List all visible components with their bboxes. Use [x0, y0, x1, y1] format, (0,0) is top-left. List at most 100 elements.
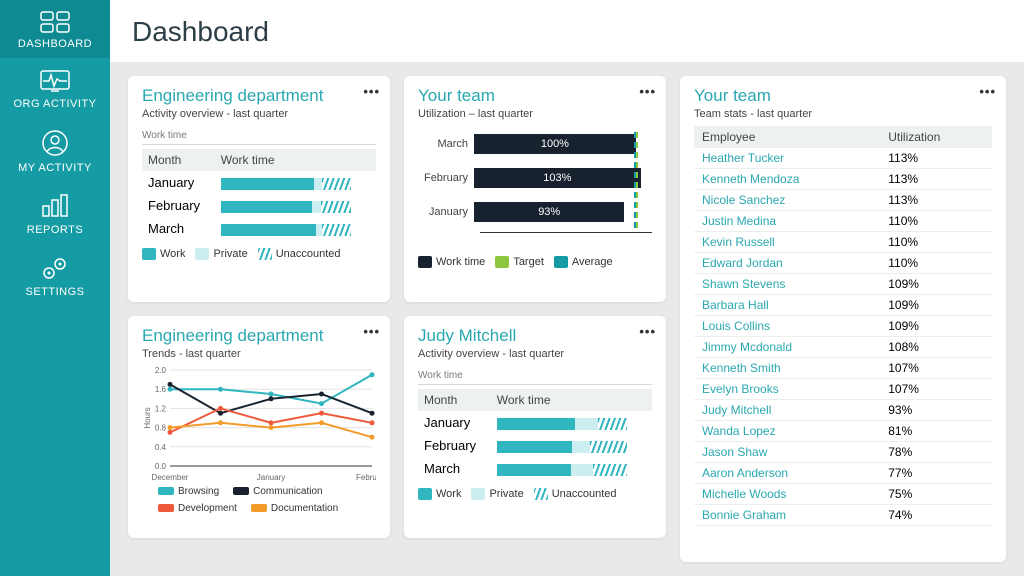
utilization-value: 109% [880, 295, 992, 316]
bar-cell [491, 411, 652, 434]
utilization-value: 74% [880, 505, 992, 526]
utilization-value: 109% [880, 316, 992, 337]
legend-documentation: Documentation [251, 503, 338, 514]
employee-name[interactable]: Aaron Anderson [694, 463, 880, 484]
utilization-value: 107% [880, 379, 992, 400]
dashboard-icon [38, 10, 72, 34]
card-title: Your team [694, 86, 992, 106]
sidebar-item-label: REPORTS [0, 224, 110, 236]
bar-cell [215, 217, 376, 240]
average-line [634, 132, 636, 228]
card-team-stats: ••• Your team Team stats - last quarter … [680, 76, 1006, 562]
employee-name[interactable]: Edward Jordan [694, 253, 880, 274]
sidebar-item-reports[interactable]: REPORTS [0, 182, 110, 244]
app-root: DASHBOARD ORG ACTIVITY MY ACTIVITY [0, 0, 1024, 576]
hbar: 93% [474, 202, 624, 222]
hbar-chart: March 100% February 103% January 93% [418, 130, 652, 248]
bar-cell [491, 457, 652, 480]
card-menu-button[interactable]: ••• [639, 324, 656, 339]
utilization-value: 108% [880, 337, 992, 358]
table-row: Heather Tucker 113% [694, 148, 992, 169]
titlebar: Dashboard [110, 0, 1024, 62]
col-month: Month [142, 149, 215, 171]
table-row: Kenneth Smith 107% [694, 358, 992, 379]
table-row: Louis Collins 109% [694, 316, 992, 337]
card-menu-button[interactable]: ••• [639, 84, 656, 99]
utilization-value: 81% [880, 421, 992, 442]
sidebar-item-settings[interactable]: SETTINGS [0, 244, 110, 306]
col-utilization: Utilization [880, 126, 992, 148]
user-circle-icon [40, 128, 70, 158]
legend: Work Private Unaccounted [418, 488, 652, 500]
legend-unaccounted: Unaccounted [534, 488, 617, 500]
employee-name[interactable]: Heather Tucker [694, 148, 880, 169]
legend: Work time Target Average [418, 256, 652, 268]
sidebar-item-label: ORG ACTIVITY [0, 98, 110, 110]
table-row: Kenneth Mendoza 113% [694, 169, 992, 190]
table-row: Bonnie Graham 74% [694, 505, 992, 526]
table-row: Aaron Anderson 77% [694, 463, 992, 484]
table-row: Nicole Sanchez 113% [694, 190, 992, 211]
sidebar-item-label: MY ACTIVITY [0, 162, 110, 174]
card-subtitle: Activity overview - last quarter [418, 348, 652, 360]
employee-name[interactable]: Michelle Woods [694, 484, 880, 505]
col-worktime: Work time [215, 149, 376, 171]
month-cell: February [418, 434, 491, 457]
card-eng-trends: ••• Engineering department Trends - last… [128, 316, 390, 538]
worktime-table: Month Work time January February March [142, 149, 376, 240]
employee-name[interactable]: Wanda Lopez [694, 421, 880, 442]
legend-private: Private [471, 488, 523, 500]
hbar: 100% [474, 134, 636, 154]
sidebar: DASHBOARD ORG ACTIVITY MY ACTIVITY [0, 0, 110, 576]
svg-text:0.4: 0.4 [155, 443, 167, 452]
month-cell: February [142, 194, 215, 217]
utilization-value: 78% [880, 442, 992, 463]
card-menu-button[interactable]: ••• [979, 84, 996, 99]
employee-name[interactable]: Judy Mitchell [694, 400, 880, 421]
card-subtitle: Activity overview - last quarter [142, 108, 376, 120]
table-row: March [418, 457, 652, 480]
col-employee: Employee [694, 126, 880, 148]
table-row: January [142, 171, 376, 194]
hbar-row: February 103% [418, 164, 652, 192]
employee-name[interactable]: Kenneth Mendoza [694, 169, 880, 190]
bar-cell [215, 194, 376, 217]
card-menu-button[interactable]: ••• [363, 84, 380, 99]
main-area: Dashboard ••• Engineering department Act… [110, 0, 1024, 576]
utilization-value: 109% [880, 274, 992, 295]
employee-name[interactable]: Jimmy Mcdonald [694, 337, 880, 358]
employee-name[interactable]: Shawn Stevens [694, 274, 880, 295]
table-row: February [418, 434, 652, 457]
legend-work: Work [142, 248, 185, 260]
month-cell: March [418, 457, 491, 480]
employee-name[interactable]: Justin Medina [694, 211, 880, 232]
svg-text:1.2: 1.2 [155, 404, 167, 413]
employee-name[interactable]: Kevin Russell [694, 232, 880, 253]
sidebar-item-label: SETTINGS [0, 286, 110, 298]
employee-name[interactable]: Nicole Sanchez [694, 190, 880, 211]
col-month: Month [418, 389, 491, 411]
bar-chart-icon [38, 192, 72, 220]
table-row: Shawn Stevens 109% [694, 274, 992, 295]
legend-development: Development [158, 503, 237, 514]
employee-name[interactable]: Kenneth Smith [694, 358, 880, 379]
hbar: 103% [474, 168, 641, 188]
legend-communication: Communication [233, 486, 322, 497]
legend-private: Private [195, 248, 247, 260]
sidebar-item-my-activity[interactable]: MY ACTIVITY [0, 118, 110, 182]
employee-name[interactable]: Louis Collins [694, 316, 880, 337]
sidebar-item-dashboard[interactable]: DASHBOARD [0, 0, 110, 58]
card-menu-button[interactable]: ••• [363, 324, 380, 339]
card-title: Engineering department [142, 326, 376, 346]
svg-text:Hours: Hours [143, 407, 152, 428]
employee-name[interactable]: Bonnie Graham [694, 505, 880, 526]
month-cell: January [142, 171, 215, 194]
card-subtitle: Trends - last quarter [142, 348, 376, 360]
employee-name[interactable]: Jason Shaw [694, 442, 880, 463]
page-title: Dashboard [132, 16, 1002, 48]
employee-name[interactable]: Evelyn Brooks [694, 379, 880, 400]
employee-name[interactable]: Barbara Hall [694, 295, 880, 316]
sidebar-item-org-activity[interactable]: ORG ACTIVITY [0, 58, 110, 118]
line-chart-legend: Browsing Communication Development Docum… [158, 486, 376, 514]
utilization-value: 110% [880, 211, 992, 232]
